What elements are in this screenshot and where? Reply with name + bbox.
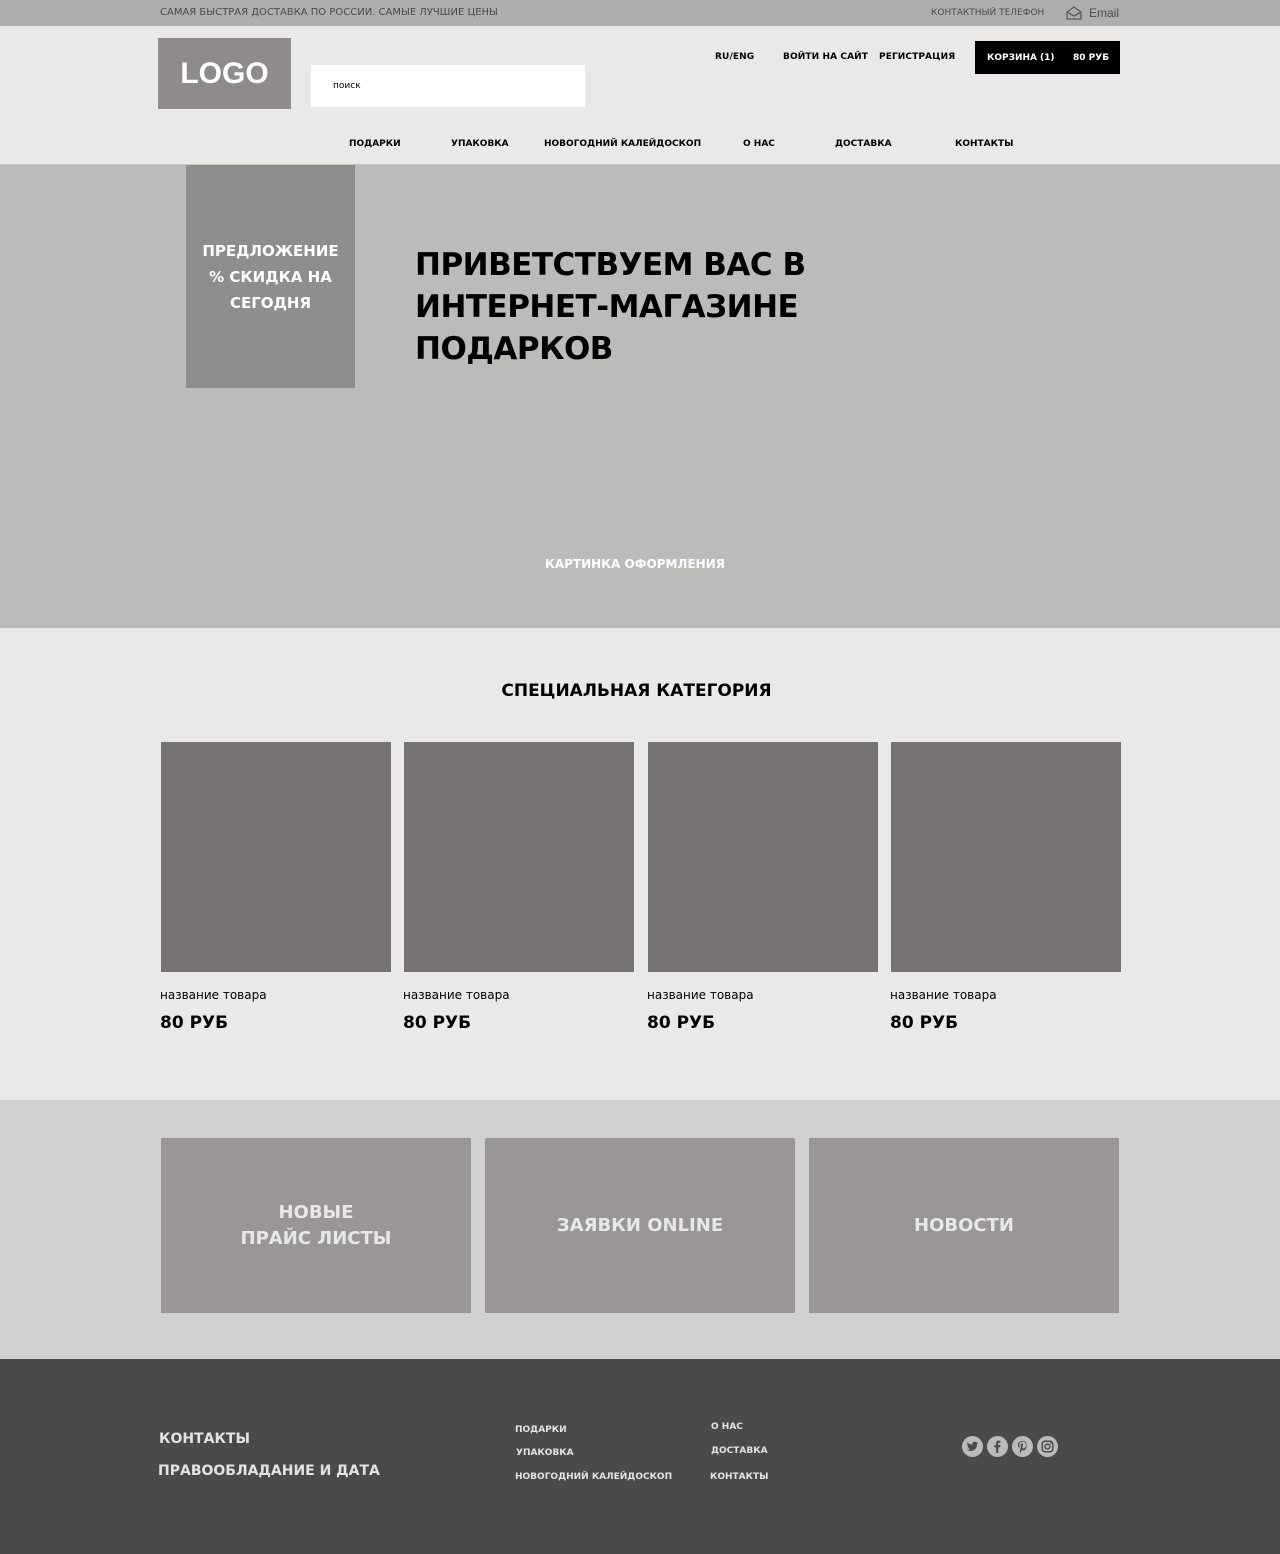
product-card[interactable]: название товара 80 РУБ bbox=[160, 742, 391, 1033]
footer-link-gifts[interactable]: ПОДАРКИ bbox=[515, 1425, 567, 1435]
nav-contacts[interactable]: КОНТАКТЫ bbox=[955, 139, 1013, 149]
product-image[interactable] bbox=[404, 742, 634, 972]
product-price: 80 РУБ bbox=[160, 1013, 229, 1033]
login-link[interactable]: ВОЙТИ НА САЙТ bbox=[783, 52, 868, 62]
footer-link-packaging[interactable]: УПАКОВКА bbox=[516, 1448, 574, 1458]
product-price: 80 РУБ bbox=[890, 1013, 959, 1033]
footer-link-kaleidoscope[interactable]: НОВОГОДНИЙ КАЛЕЙДОСКОП bbox=[515, 1472, 672, 1482]
top-bar: САМАЯ БЫСТРАЯ ДОСТАВКА ПО РОССИИ. САМЫЕ … bbox=[0, 0, 1280, 26]
footer-copyright: ПРАВООБЛАДАНИЕ И ДАТА bbox=[158, 1463, 380, 1479]
hero-banner: ПРЕДЛОЖЕНИЕ % СКИДКА НА СЕГОДНЯ ПРИВЕТСТ… bbox=[0, 165, 1280, 628]
product-card[interactable]: название товара 80 РУБ bbox=[647, 742, 878, 1033]
footer-contacts[interactable]: КОНТАКТЫ bbox=[159, 1431, 250, 1447]
facebook-icon[interactable] bbox=[987, 1436, 1008, 1457]
footer-link-delivery[interactable]: ДОСТАВКА bbox=[711, 1446, 768, 1456]
hero-caption: КАРТИНКА ОФОРМЛЕНИЯ bbox=[545, 557, 725, 571]
product-name[interactable]: название товара bbox=[160, 988, 267, 1002]
info-tiles: НОВЫЕ ПРАЙС ЛИСТЫ ЗАЯВКИ ONLINE НОВОСТИ bbox=[0, 1100, 1280, 1359]
nav-delivery[interactable]: ДОСТАВКА bbox=[835, 139, 892, 149]
product-card[interactable]: название товара 80 РУБ bbox=[403, 742, 634, 1033]
cart-count: (1) bbox=[1040, 53, 1055, 63]
logo[interactable]: LOGO bbox=[158, 38, 291, 109]
nav-gifts[interactable]: ПОДАРКИ bbox=[349, 139, 401, 149]
hero-title: ПРИВЕТСТВУЕМ ВАС В ИНТЕРНЕТ-МАГАЗИНЕ ПОД… bbox=[415, 247, 806, 367]
product-price: 80 РУБ bbox=[647, 1013, 716, 1033]
product-card[interactable]: название товара 80 РУБ bbox=[890, 742, 1121, 1033]
online-requests-tile[interactable]: ЗАЯВКИ ONLINE bbox=[485, 1138, 795, 1313]
contact-phone[interactable]: КОНТАКТНЫЙ ТЕЛЕФОН bbox=[931, 8, 1044, 18]
language-switch[interactable]: RU/ENG bbox=[715, 52, 754, 62]
product-image[interactable] bbox=[648, 742, 878, 972]
product-name[interactable]: название товара bbox=[403, 988, 510, 1002]
footer-link-contacts[interactable]: КОНТАКТЫ bbox=[710, 1472, 768, 1482]
price-lists-tile[interactable]: НОВЫЕ ПРАЙС ЛИСТЫ bbox=[161, 1138, 471, 1313]
product-name[interactable]: название товара bbox=[647, 988, 754, 1002]
email-link[interactable]: Email bbox=[1089, 6, 1119, 20]
footer-link-about[interactable]: О НАС bbox=[711, 1422, 743, 1432]
nav-about[interactable]: О НАС bbox=[743, 139, 775, 149]
cart-label: КОРЗИНА bbox=[987, 53, 1038, 63]
nav-new-year-kaleidoscope[interactable]: НОВОГОДНИЙ КАЛЕЙДОСКОП bbox=[544, 139, 701, 149]
footer: КОНТАКТЫ ПРАВООБЛАДАНИЕ И ДАТА ПОДАРКИ У… bbox=[0, 1359, 1280, 1554]
nav-packaging[interactable]: УПАКОВКА bbox=[451, 139, 509, 149]
promo-offer[interactable]: ПРЕДЛОЖЕНИЕ % СКИДКА НА СЕГОДНЯ bbox=[186, 165, 355, 388]
product-image[interactable] bbox=[161, 742, 391, 972]
envelope-icon bbox=[1066, 6, 1082, 20]
special-category-title: СПЕЦИАЛЬНАЯ КАТЕГОРИЯ bbox=[501, 681, 772, 701]
instagram-icon[interactable] bbox=[1037, 1436, 1058, 1457]
product-name[interactable]: название товара bbox=[890, 988, 997, 1002]
cart-total: 80 РУБ bbox=[1073, 53, 1110, 63]
cart-button[interactable]: КОРЗИНА (1) 80 РУБ bbox=[975, 41, 1120, 74]
product-image[interactable] bbox=[891, 742, 1121, 972]
header: LOGO RU/ENG ВОЙТИ НА САЙТ РЕГИСТРАЦИЯ КО… bbox=[0, 26, 1280, 165]
register-link[interactable]: РЕГИСТРАЦИЯ bbox=[879, 52, 955, 62]
news-tile[interactable]: НОВОСТИ bbox=[809, 1138, 1119, 1313]
twitter-icon[interactable] bbox=[962, 1436, 983, 1457]
pinterest-icon[interactable] bbox=[1012, 1436, 1033, 1457]
search-input[interactable] bbox=[311, 65, 585, 107]
slogan: САМАЯ БЫСТРАЯ ДОСТАВКА ПО РОССИИ. САМЫЕ … bbox=[160, 7, 498, 18]
product-price: 80 РУБ bbox=[403, 1013, 472, 1033]
